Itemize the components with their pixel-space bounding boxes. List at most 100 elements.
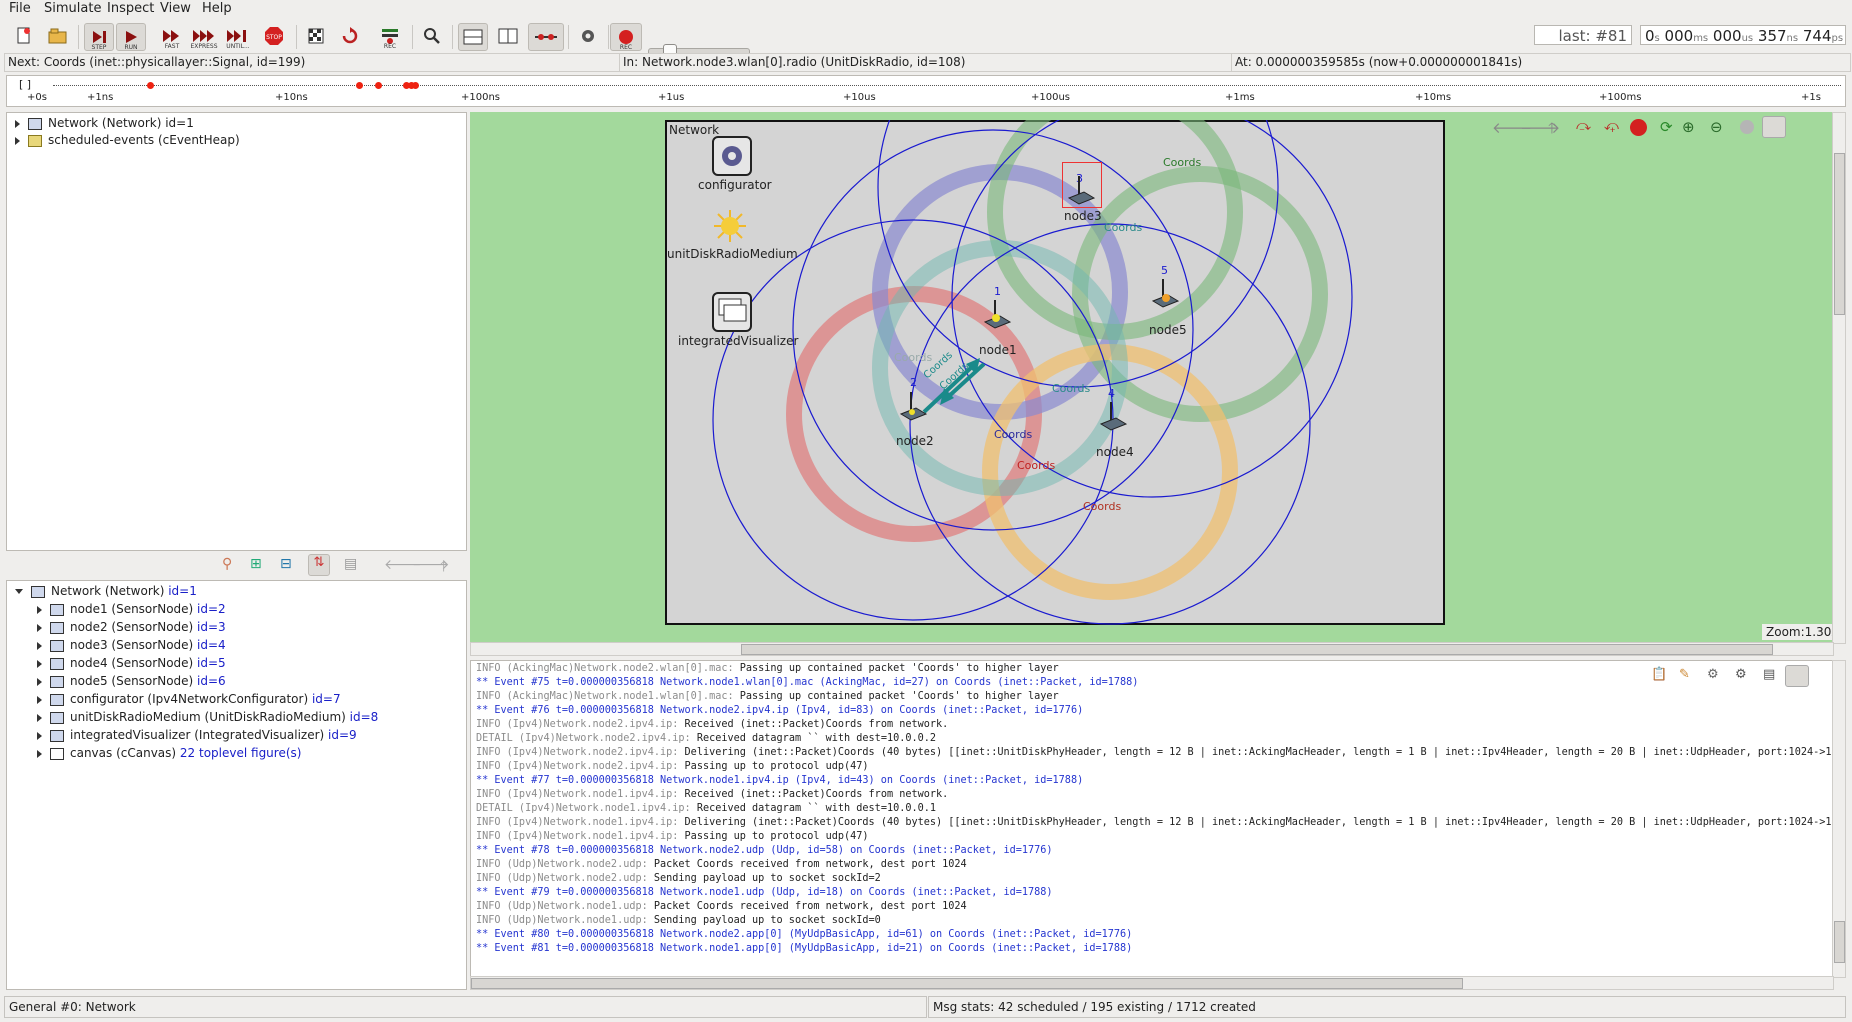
expand-arrow-icon[interactable] (37, 677, 42, 686)
log-view-icon[interactable] (1785, 665, 1809, 687)
mode-toggle-icon[interactable] (1762, 116, 1786, 138)
timeline-event-marker[interactable] (147, 82, 154, 89)
canvas-horizontal-scrollbar[interactable] (470, 642, 1834, 656)
menu-inspect[interactable]: Inspect (107, 1, 154, 16)
tree-item-node2[interactable]: node2 (SensorNode) id=3 (37, 619, 226, 635)
log-toolbar: 📋 ✎ ⚙ ⚙ ▤ (1651, 665, 1827, 687)
refresh-icon[interactable]: ⟳ (1660, 118, 1673, 136)
settings-gear-icon[interactable]: ⚙ (1735, 667, 1747, 682)
menu-file[interactable]: File (9, 1, 31, 16)
timeline-toggle-icon[interactable] (528, 23, 564, 51)
tree-item-canvas[interactable]: canvas (cCanvas) 22 toplevel figure(s) (37, 745, 301, 761)
inspector-toolbar: ⚲ ⊞ ⊟ ⇅ ▤ 🡐 🡒 🡑 (222, 554, 466, 576)
tree-item-configurator[interactable]: configurator (Ipv4NetworkConfigurator) i… (37, 691, 341, 707)
log-vertical-scrollbar[interactable] (1832, 660, 1846, 978)
stop-animation-icon[interactable] (1630, 119, 1647, 136)
configurator-gear-icon[interactable] (712, 136, 752, 176)
run-button[interactable]: RUN (116, 23, 146, 51)
scrollbar-thumb[interactable] (741, 644, 1773, 655)
image-toggle-icon[interactable] (1740, 120, 1754, 134)
parent-module-icon[interactable]: 🡑 (1548, 118, 1556, 143)
radio-medium-sun-icon[interactable] (713, 209, 747, 243)
flat-mode-icon[interactable]: ⊟ (280, 556, 292, 572)
expand-arrow-icon[interactable] (15, 136, 20, 145)
new-network-icon[interactable] (10, 23, 38, 49)
record-eventlog-icon[interactable]: REC (376, 23, 404, 50)
collapse-arrow-icon[interactable] (15, 589, 23, 594)
tree-mode-icon[interactable]: ⊞ (250, 556, 262, 572)
menu-help[interactable]: Help (202, 1, 232, 16)
expand-arrow-icon[interactable] (37, 731, 42, 740)
menu-view[interactable]: View (160, 1, 191, 16)
horizontal-layout-icon[interactable] (458, 23, 488, 51)
find-objects-icon[interactable] (418, 23, 446, 49)
relayout-icon[interactable]: ⤽ (1604, 118, 1619, 134)
open-config-icon[interactable] (44, 23, 72, 49)
expand-arrow-icon[interactable] (37, 605, 42, 614)
timeline-event-marker[interactable] (356, 82, 363, 89)
inheritance-icon[interactable]: ▤ (344, 556, 357, 572)
expand-arrow-icon[interactable] (37, 623, 42, 632)
timeline-event-marker[interactable] (412, 82, 419, 89)
copy-icon[interactable]: 📋 (1651, 667, 1667, 682)
tree-item-scheduled-events[interactable]: scheduled-events (cEventHeap) (15, 132, 240, 148)
menu-simulate[interactable]: Simulate (44, 1, 101, 16)
messages-view-icon[interactable]: ▤ (1763, 667, 1775, 682)
express-run-button[interactable]: EXPRESS (190, 23, 218, 50)
log-horizontal-scrollbar[interactable] (470, 976, 1834, 990)
node4-sensor-icon[interactable] (1098, 400, 1128, 434)
node5-label: node5 (1149, 323, 1187, 337)
network-canvas[interactable]: Network configurator unitDiskRadioMedium… (470, 112, 1832, 642)
timeline-tick-label: +100ns (461, 92, 501, 103)
canvas-vertical-scrollbar[interactable] (1832, 112, 1846, 644)
preferences-gear-icon[interactable] (574, 23, 602, 49)
fast-run-button[interactable]: FAST (158, 23, 186, 50)
tree-item-node1[interactable]: node1 (SensorNode) id=2 (37, 601, 226, 617)
tree-item-visualizer[interactable]: integratedVisualizer (IntegratedVisualiz… (37, 727, 357, 743)
expand-arrow-icon[interactable] (37, 713, 42, 722)
tree-item-network-root[interactable]: Network (Network) id=1 (15, 583, 197, 599)
run-until-button[interactable]: UNTIL... (224, 23, 252, 50)
expand-arrow-icon[interactable] (15, 119, 20, 128)
expand-arrow-icon[interactable] (37, 695, 42, 704)
tree-item-network[interactable]: Network (Network) id=1 (15, 115, 194, 131)
find-icon[interactable]: ⚲ (222, 556, 232, 572)
scrollbar-thumb[interactable] (471, 978, 1463, 989)
visualizer-windows-icon[interactable] (712, 292, 752, 332)
timeline[interactable]: [ ] +0s +1ns +10ns +100ns +1us +10us +10… (6, 75, 1846, 107)
tree-item-node5[interactable]: node5 (SensorNode) id=6 (37, 673, 226, 689)
node3-sensor-icon[interactable] (1066, 174, 1096, 208)
expand-arrow-icon[interactable] (37, 641, 42, 650)
layout-icon[interactable]: ⤼ (1576, 118, 1591, 134)
expand-arrow-icon[interactable] (37, 749, 42, 758)
scrollbar-thumb[interactable] (1834, 153, 1845, 315)
scrollbar-thumb[interactable] (1834, 921, 1845, 963)
log-event-line: ** Event #76 t=0.000000356818 Network.no… (476, 704, 1083, 718)
stop-button[interactable]: STOP (260, 23, 288, 49)
node1-sensor-icon[interactable] (982, 298, 1012, 332)
log-info-line: DETAIL (Ipv4)Network.node1.ipv4.ip: Rece… (476, 802, 936, 816)
record-video-button[interactable]: REC (610, 23, 642, 51)
find-icon[interactable]: ⚙ (1707, 667, 1719, 682)
rebuild-network-icon[interactable] (336, 23, 364, 49)
log-prefix: INFO (Ipv4)Network.node1.ipv4.ip: (476, 817, 685, 828)
step-button[interactable]: STEP (84, 23, 114, 51)
conclude-simulation-icon[interactable] (302, 23, 330, 49)
filter-icon[interactable]: ✎ (1679, 667, 1690, 682)
zoom-out-icon[interactable]: ⊖ (1710, 118, 1723, 136)
vertical-layout-icon[interactable] (494, 23, 522, 49)
tree-item-radio-medium[interactable]: unitDiskRadioMedium (UnitDiskRadioMedium… (37, 709, 378, 725)
log-event-text: ** Event #79 t=0.000000356818 Network.no… (476, 887, 1053, 898)
children-mode-icon[interactable]: ⇅ (308, 554, 330, 576)
zoom-in-icon[interactable]: ⊕ (1682, 118, 1695, 136)
expand-arrow-icon[interactable] (37, 659, 42, 668)
tree-item-node3[interactable]: node3 (SensorNode) id=4 (37, 637, 226, 653)
timeline-event-marker[interactable] (375, 82, 382, 89)
tree-item-node4[interactable]: node4 (SensorNode) id=5 (37, 655, 226, 671)
node2-sensor-icon[interactable] (898, 390, 928, 424)
node5-sensor-icon[interactable] (1150, 277, 1180, 311)
up-arrow-icon[interactable]: 🡑 (440, 556, 447, 580)
log-message: Packet Coords received from network, des… (653, 859, 967, 870)
log-prefix: INFO (Ipv4)Network.node1.ipv4.ip: (476, 789, 685, 800)
event-log-viewer[interactable]: INFO (AckingMac)Network.node2.wlan[0].ma… (470, 660, 1834, 978)
